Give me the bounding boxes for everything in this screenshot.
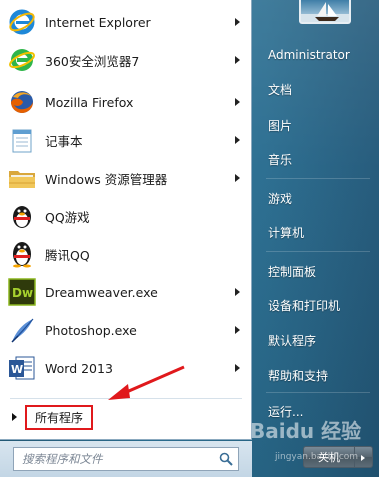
- right-item-label: Administrator: [268, 48, 350, 62]
- right-item-devices-printers[interactable]: 设备和打印机: [262, 290, 374, 320]
- search-placeholder: 搜索程序和文件: [22, 452, 103, 466]
- right-item-computer[interactable]: 计算机: [262, 217, 374, 247]
- expand-arrow-icon: [12, 413, 17, 421]
- right-separator: [266, 251, 370, 252]
- search-input[interactable]: 搜索程序和文件: [13, 447, 239, 471]
- submenu-arrow-icon[interactable]: [235, 364, 240, 372]
- program-tencent-qq[interactable]: 腾讯QQ: [4, 235, 248, 273]
- right-item-default-programs[interactable]: 默认程序: [262, 325, 374, 355]
- qq-game-icon: [7, 201, 37, 231]
- explorer-folder-icon: [7, 163, 37, 193]
- program-dreamweaver[interactable]: Dw Dreamweaver.exe: [4, 273, 248, 311]
- all-programs-highlight: 所有程序: [25, 404, 94, 430]
- word-icon: W: [7, 353, 37, 383]
- all-programs-label: 所有程序: [35, 410, 84, 425]
- submenu-arrow-icon[interactable]: [235, 98, 240, 106]
- program-notepad[interactable]: 记事本: [4, 121, 248, 159]
- program-label: Photoshop.exe: [45, 322, 137, 338]
- program-label: Internet Explorer: [45, 14, 151, 30]
- svg-text:W: W: [11, 363, 23, 376]
- program-label: Mozilla Firefox: [45, 94, 134, 110]
- submenu-arrow-icon[interactable]: [235, 174, 240, 182]
- program-internet-explorer[interactable]: Internet Explorer: [4, 3, 248, 41]
- svg-text:Dw: Dw: [12, 286, 33, 300]
- right-item-music[interactable]: 音乐: [262, 144, 374, 174]
- right-separator: [266, 392, 370, 393]
- right-separator: [266, 178, 370, 179]
- submenu-arrow-icon[interactable]: [235, 136, 240, 144]
- annotation-arrow-icon: [108, 365, 185, 400]
- 360-browser-icon: [7, 45, 37, 75]
- qq-penguin-icon: [7, 239, 37, 269]
- right-item-label: 默认程序: [268, 333, 317, 348]
- submenu-arrow-icon[interactable]: [235, 56, 240, 64]
- photoshop-feather-icon: [7, 315, 37, 345]
- right-item-control-panel[interactable]: 控制面板: [262, 256, 374, 286]
- right-item-documents[interactable]: 文档: [262, 74, 374, 104]
- program-qq-game[interactable]: QQ游戏: [4, 197, 248, 235]
- program-label: QQ游戏: [45, 209, 90, 225]
- right-item-help-support[interactable]: 帮助和支持: [262, 360, 374, 390]
- right-item-label: 游戏: [268, 191, 293, 206]
- right-item-label: 音乐: [268, 152, 293, 167]
- right-item-games[interactable]: 游戏: [262, 183, 374, 213]
- program-firefox[interactable]: Mozilla Firefox: [4, 83, 248, 121]
- program-label: Windows 资源管理器: [45, 171, 168, 187]
- program-label: 360安全浏览器7: [45, 53, 140, 69]
- program-windows-explorer[interactable]: Windows 资源管理器: [4, 159, 248, 197]
- program-label: 腾讯QQ: [45, 247, 90, 263]
- notepad-icon: [7, 125, 37, 155]
- right-item-label: 文档: [268, 82, 293, 97]
- right-item-label: 计算机: [268, 225, 305, 240]
- baidu-watermark-url: jingyan.baidu.com: [275, 452, 359, 462]
- right-item-pictures[interactable]: 图片: [262, 110, 374, 140]
- right-item-label: 控制面板: [268, 264, 317, 279]
- program-360-browser[interactable]: 360安全浏览器7: [4, 41, 248, 79]
- program-label: Dreamweaver.exe: [45, 284, 158, 300]
- search-icon[interactable]: [219, 452, 233, 466]
- search-area: 搜索程序和文件: [0, 441, 252, 477]
- right-item-label: 图片: [268, 118, 293, 133]
- right-item-label: 设备和打印机: [268, 298, 341, 313]
- baidu-watermark: Baidu 经验: [250, 419, 362, 443]
- submenu-arrow-icon[interactable]: [235, 288, 240, 296]
- firefox-icon: [7, 87, 37, 117]
- program-photoshop[interactable]: Photoshop.exe: [4, 311, 248, 349]
- submenu-arrow-icon[interactable]: [235, 326, 240, 334]
- sailboat-icon: [301, 2, 349, 22]
- right-item-administrator[interactable]: Administrator: [262, 40, 374, 70]
- user-account-picture[interactable]: [299, 0, 351, 24]
- ie-icon: [7, 7, 37, 37]
- dreamweaver-icon: Dw: [7, 277, 37, 307]
- submenu-arrow-icon[interactable]: [235, 18, 240, 26]
- program-label: 记事本: [45, 133, 83, 149]
- right-item-label: 帮助和支持: [268, 368, 329, 383]
- all-programs-button[interactable]: 所有程序: [10, 404, 246, 430]
